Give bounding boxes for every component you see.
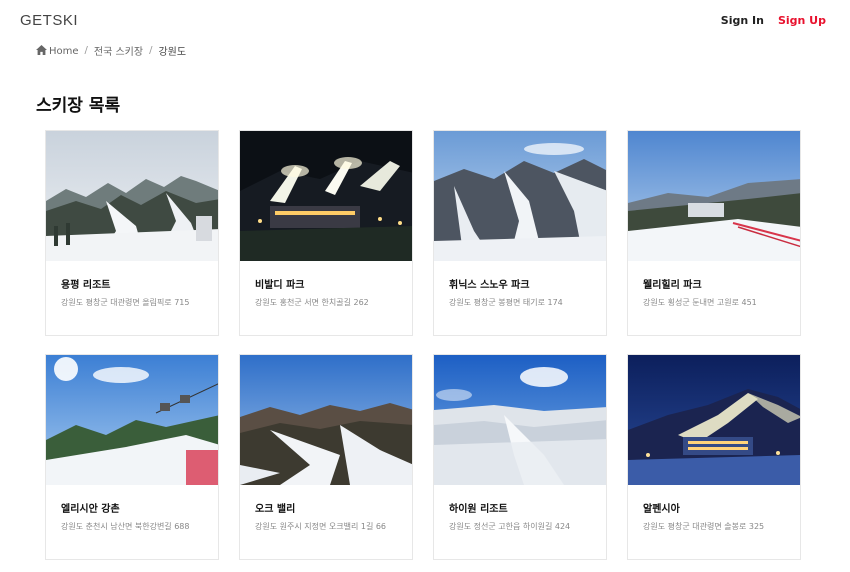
- resort-card[interactable]: 용평 리조트 강원도 평창군 대관령면 올림픽로 715: [45, 130, 219, 336]
- breadcrumb-home[interactable]: Home: [36, 44, 79, 57]
- resort-address: 강원도 원주시 지정면 오크밸리 1길 66: [255, 522, 387, 531]
- resort-address: 강원도 정선군 고한읍 하이원길 424: [449, 522, 571, 531]
- breadcrumb-separator: /: [149, 45, 153, 56]
- resort-name: 휘닉스 스노우 파크: [449, 280, 530, 291]
- resort-name: 비발디 파크: [255, 280, 305, 291]
- page-title: 스키장 목록: [36, 96, 121, 116]
- resort-name: 웰리힐리 파크: [643, 280, 702, 291]
- resort-photo: [434, 131, 606, 261]
- resort-card[interactable]: 휘닉스 스노우 파크 강원도 평창군 봉평면 태기로 174: [433, 130, 607, 336]
- resort-photo: [240, 355, 412, 485]
- breadcrumb-home-label: Home: [49, 45, 79, 57]
- resort-name: 엘리시안 강촌: [61, 504, 120, 515]
- resort-name: 용평 리조트: [61, 280, 111, 291]
- home-icon: [36, 44, 47, 55]
- resort-photo: [46, 131, 218, 261]
- breadcrumb: Home / 전국 스키장 / 강원도: [36, 43, 186, 58]
- resort-photo: [46, 355, 218, 485]
- resort-name: 알펜시아: [643, 504, 680, 515]
- resort-address: 강원도 춘천시 남산면 북한강변길 688: [61, 522, 190, 531]
- resort-card[interactable]: 웰리힐리 파크 강원도 횡성군 둔내면 고원로 451: [627, 130, 801, 336]
- resort-address: 강원도 홍천군 서면 한치골길 262: [255, 298, 369, 307]
- resort-address: 강원도 평창군 봉평면 태기로 174: [449, 298, 563, 307]
- resort-card[interactable]: 하이원 리조트 강원도 정선군 고한읍 하이원길 424: [433, 354, 607, 560]
- resort-card[interactable]: 엘리시안 강촌 강원도 춘천시 남산면 북한강변길 688: [45, 354, 219, 560]
- resort-card[interactable]: 비발디 파크 강원도 홍천군 서면 한치골길 262: [239, 130, 413, 336]
- resort-name: 하이원 리조트: [449, 504, 508, 515]
- resort-photo: [434, 355, 606, 485]
- breadcrumb-separator: /: [84, 45, 88, 56]
- brand-logo[interactable]: GETSKI: [20, 12, 78, 29]
- resort-address: 강원도 평창군 대관령면 솔봉로 325: [643, 522, 765, 531]
- resort-card[interactable]: 알펜시아 강원도 평창군 대관령면 솔봉로 325: [627, 354, 801, 560]
- sign-in-link[interactable]: Sign In: [721, 14, 764, 27]
- auth-nav: Sign In Sign Up: [721, 14, 826, 27]
- resort-address: 강원도 평창군 대관령면 올림픽로 715: [61, 298, 190, 307]
- resort-photo: [628, 355, 800, 485]
- breadcrumb-current: 강원도: [158, 47, 187, 58]
- resort-card[interactable]: 오크 밸리 강원도 원주시 지정면 오크밸리 1길 66: [239, 354, 413, 560]
- resort-address: 강원도 횡성군 둔내면 고원로 451: [643, 298, 757, 307]
- resort-name: 오크 밸리: [255, 504, 296, 515]
- breadcrumb-nationwide[interactable]: 전국 스키장: [94, 43, 143, 58]
- resort-photo: [628, 131, 800, 261]
- resort-photo: [240, 131, 412, 261]
- sign-up-link[interactable]: Sign Up: [778, 14, 826, 27]
